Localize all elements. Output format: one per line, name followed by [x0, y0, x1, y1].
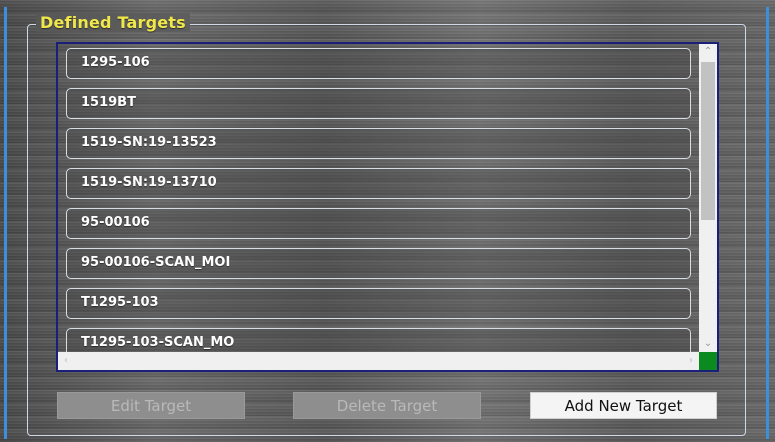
- add-new-target-button[interactable]: Add New Target: [530, 392, 717, 419]
- list-item-target-7[interactable]: T1295-103: [66, 288, 691, 319]
- list-item-target-3[interactable]: 1519-SN:19-13523: [66, 128, 691, 159]
- delete-target-button[interactable]: Delete Target: [293, 392, 481, 419]
- scrollbar-corner: [699, 352, 717, 370]
- targets-listbox[interactable]: 1295-106 1519BT 1519-SN:19-13523 1519-SN…: [56, 42, 719, 372]
- list-item-target-8[interactable]: T1295-103-SCAN_MO: [66, 328, 691, 352]
- vertical-scroll-thumb[interactable]: [701, 62, 715, 220]
- list-item-target-2[interactable]: 1519BT: [66, 88, 691, 119]
- vertical-scrollbar[interactable]: ⌃ ⌄: [699, 44, 717, 352]
- scroll-left-icon[interactable]: ‹: [58, 352, 74, 370]
- scroll-up-icon[interactable]: ⌃: [699, 44, 717, 60]
- scroll-down-icon[interactable]: ⌄: [699, 336, 717, 352]
- edit-target-button[interactable]: Edit Target: [57, 392, 245, 419]
- list-item-target-5[interactable]: 95-00106: [66, 208, 691, 239]
- list-item-target-4[interactable]: 1519-SN:19-13710: [66, 168, 691, 199]
- targets-list-viewport: 1295-106 1519BT 1519-SN:19-13523 1519-SN…: [58, 44, 699, 352]
- group-title: Defined Targets: [36, 13, 190, 32]
- horizontal-scrollbar[interactable]: ‹ ›: [58, 352, 699, 370]
- scroll-right-icon[interactable]: ›: [683, 352, 699, 370]
- list-item-target-1[interactable]: 1295-106: [66, 48, 691, 79]
- list-item-target-6[interactable]: 95-00106-SCAN_MOI: [66, 248, 691, 279]
